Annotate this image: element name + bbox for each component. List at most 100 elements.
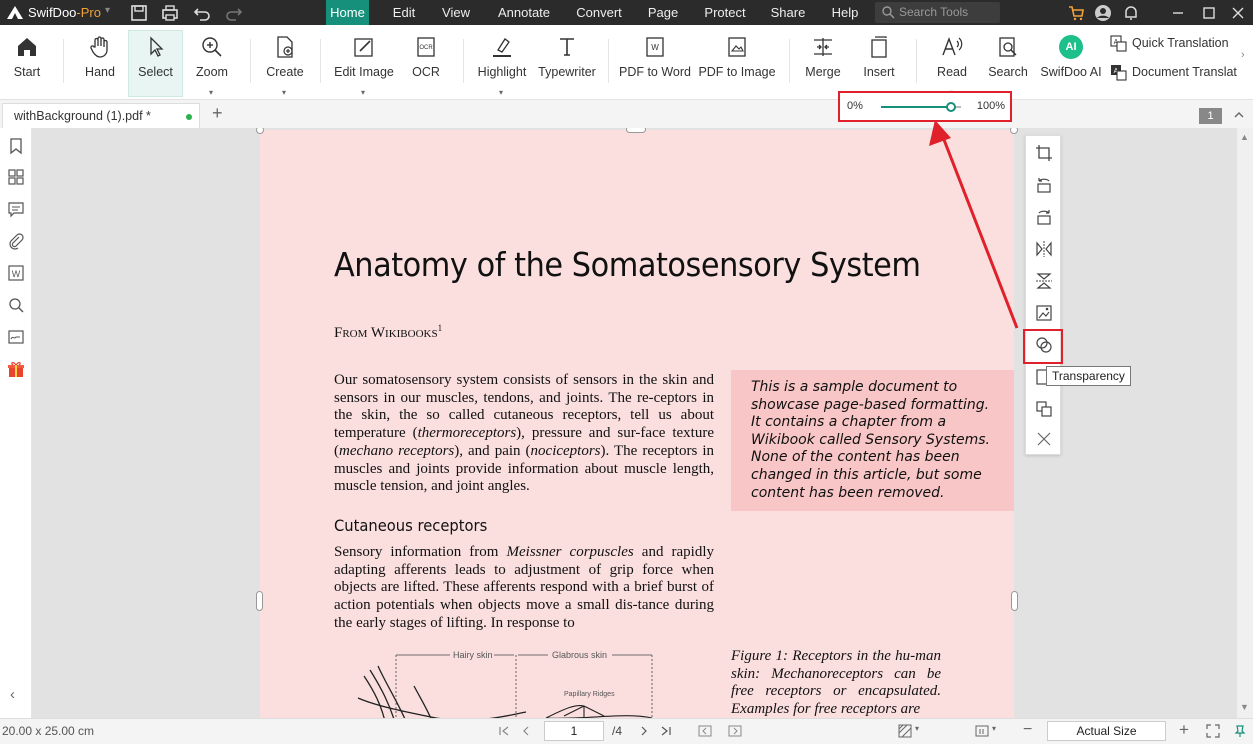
- crop-icon[interactable]: [1035, 144, 1053, 162]
- document-translation-button[interactable]: A Document Translatio: [1110, 62, 1237, 82]
- bell-icon[interactable]: [1121, 3, 1141, 23]
- user-avatar-icon[interactable]: [1093, 3, 1113, 23]
- typewriter-icon: [560, 38, 574, 56]
- close-toolbar-icon[interactable]: [1035, 430, 1053, 448]
- transparency-tooltip: Transparency: [1046, 366, 1131, 386]
- cart-icon[interactable]: [1066, 3, 1086, 23]
- page-layout-icon[interactable]: [975, 724, 989, 738]
- attachment-icon[interactable]: [7, 232, 25, 250]
- flip-horizontal-icon[interactable]: [1035, 240, 1053, 258]
- bookmark-icon[interactable]: [7, 137, 25, 155]
- copy-image-icon[interactable]: [1035, 400, 1053, 418]
- pdf-to-word-button[interactable]: W PDF to Word: [618, 31, 692, 95]
- menu-share[interactable]: Share: [766, 0, 810, 25]
- ocr-icon: OCR: [417, 37, 435, 57]
- hand-label: Hand: [85, 65, 115, 79]
- vertical-scrollbar[interactable]: ▲ ▼: [1237, 128, 1253, 718]
- search-panel-icon[interactable]: [7, 296, 25, 314]
- page-number-input[interactable]: 1: [544, 721, 604, 741]
- zoom-in-icon[interactable]: +: [1179, 720, 1189, 740]
- word-count-icon[interactable]: W: [7, 264, 25, 282]
- search-label: Search: [988, 65, 1028, 79]
- menu-page[interactable]: Page: [642, 0, 684, 25]
- ocr-button[interactable]: OCR OCR: [407, 31, 445, 95]
- hand-button[interactable]: Hand: [78, 31, 122, 95]
- add-tab-icon[interactable]: +: [212, 103, 223, 124]
- maximize-icon[interactable]: [1199, 3, 1219, 23]
- ribbon-divider: [463, 39, 464, 83]
- insert-button[interactable]: Insert: [858, 31, 900, 95]
- page-resize-handle[interactable]: [256, 591, 263, 611]
- minimize-icon[interactable]: [1168, 3, 1188, 23]
- signature-icon[interactable]: [7, 328, 25, 346]
- skin-receptor-figure: Hairy skin Glabrous skin Papillary Ridge…: [357, 650, 653, 718]
- menu-annotate[interactable]: Annotate: [492, 0, 556, 25]
- highlight-button[interactable]: Highlight ▾: [474, 31, 530, 97]
- first-page-icon[interactable]: [497, 724, 511, 738]
- replace-image-icon[interactable]: [1035, 304, 1053, 322]
- menu-edit[interactable]: Edit: [385, 0, 423, 25]
- zoom-label: Zoom: [196, 65, 228, 79]
- start-button[interactable]: Start: [6, 31, 48, 95]
- previous-view-icon[interactable]: [698, 724, 712, 738]
- zoom-level-select[interactable]: Actual Size: [1047, 721, 1166, 741]
- last-page-icon[interactable]: [659, 724, 673, 738]
- pdf-to-image-button[interactable]: PDF to Image: [698, 31, 776, 95]
- opacity-min-label: 0%: [847, 100, 863, 112]
- collapse-ribbon-icon[interactable]: [1232, 108, 1246, 122]
- background-fill-icon[interactable]: [898, 724, 912, 738]
- menu-protect[interactable]: Protect: [699, 0, 751, 25]
- zoom-button[interactable]: Zoom ▾: [190, 31, 234, 97]
- create-button[interactable]: Create ▾: [262, 31, 308, 97]
- title-bar: SwifDoo-Pro ▾ Home Edit View Annotate Co…: [0, 0, 1253, 25]
- app-name: SwifDoo-Pro: [28, 5, 101, 20]
- swifdoo-ai-label: SwifDoo AI: [1040, 65, 1102, 79]
- scroll-up-icon[interactable]: ▲: [1240, 132, 1249, 142]
- zoom-out-icon[interactable]: −: [1023, 721, 1032, 739]
- fit-page-icon[interactable]: [1206, 724, 1220, 738]
- previous-page-icon[interactable]: [519, 724, 533, 738]
- menu-convert[interactable]: Convert: [571, 0, 627, 25]
- scroll-down-icon[interactable]: ▼: [1240, 702, 1249, 712]
- gift-icon[interactable]: [7, 360, 25, 378]
- next-view-icon[interactable]: [728, 724, 742, 738]
- merge-button[interactable]: Merge: [802, 31, 844, 95]
- rotate-right-icon[interactable]: [1035, 208, 1053, 226]
- app-menu-chevron-icon[interactable]: ▾: [105, 5, 110, 16]
- print-icon[interactable]: [160, 3, 180, 23]
- layout-dropdown-icon[interactable]: ▾: [992, 724, 996, 733]
- translate-icon: A: [1110, 35, 1127, 52]
- ribbon-scroll-right-icon[interactable]: ›: [1241, 49, 1245, 61]
- redo-icon[interactable]: [224, 3, 244, 23]
- quick-translation-button[interactable]: A Quick Translation: [1110, 33, 1229, 53]
- document-translation-label: Document Translatio: [1132, 65, 1237, 79]
- next-page-icon[interactable]: [637, 724, 651, 738]
- menu-home[interactable]: Home: [326, 0, 369, 25]
- opacity-slider-handle[interactable]: [946, 102, 956, 112]
- search-tools-input[interactable]: Search Tools: [875, 2, 1000, 23]
- document-tab[interactable]: withBackground (1).pdf *: [2, 103, 200, 128]
- menu-help[interactable]: Help: [826, 0, 864, 25]
- rotate-left-icon[interactable]: [1035, 176, 1053, 194]
- search-button[interactable]: Search: [986, 31, 1030, 95]
- edit-image-button[interactable]: Edit Image ▾: [333, 31, 395, 97]
- ribbon-divider: [916, 39, 917, 83]
- collapse-sidebar-icon[interactable]: ‹: [10, 686, 15, 703]
- menu-view[interactable]: View: [436, 0, 476, 25]
- comments-icon[interactable]: [7, 200, 25, 218]
- thumbnails-icon[interactable]: [7, 168, 25, 186]
- undo-icon[interactable]: [192, 3, 212, 23]
- page-resize-handle[interactable]: [626, 128, 646, 133]
- background-dropdown-icon[interactable]: ▾: [915, 724, 919, 733]
- page-resize-handle[interactable]: [1011, 591, 1018, 611]
- typewriter-button[interactable]: Typewriter: [537, 31, 597, 95]
- flip-vertical-icon[interactable]: [1035, 272, 1053, 290]
- select-button[interactable]: Select: [128, 30, 183, 97]
- swifdoo-ai-button[interactable]: AI SwifDoo AI: [1040, 31, 1102, 95]
- pdf-page[interactable]: Anatomy of the Somatosensory System From…: [260, 130, 1014, 718]
- pin-icon[interactable]: [1233, 724, 1247, 738]
- ribbon-toolbar: Start Hand Select Zoom ▾ Create ▾ Edit I…: [0, 25, 1253, 100]
- close-window-icon[interactable]: [1228, 3, 1248, 23]
- save-icon[interactable]: [129, 3, 149, 23]
- read-button[interactable]: Read ▾: [932, 31, 972, 97]
